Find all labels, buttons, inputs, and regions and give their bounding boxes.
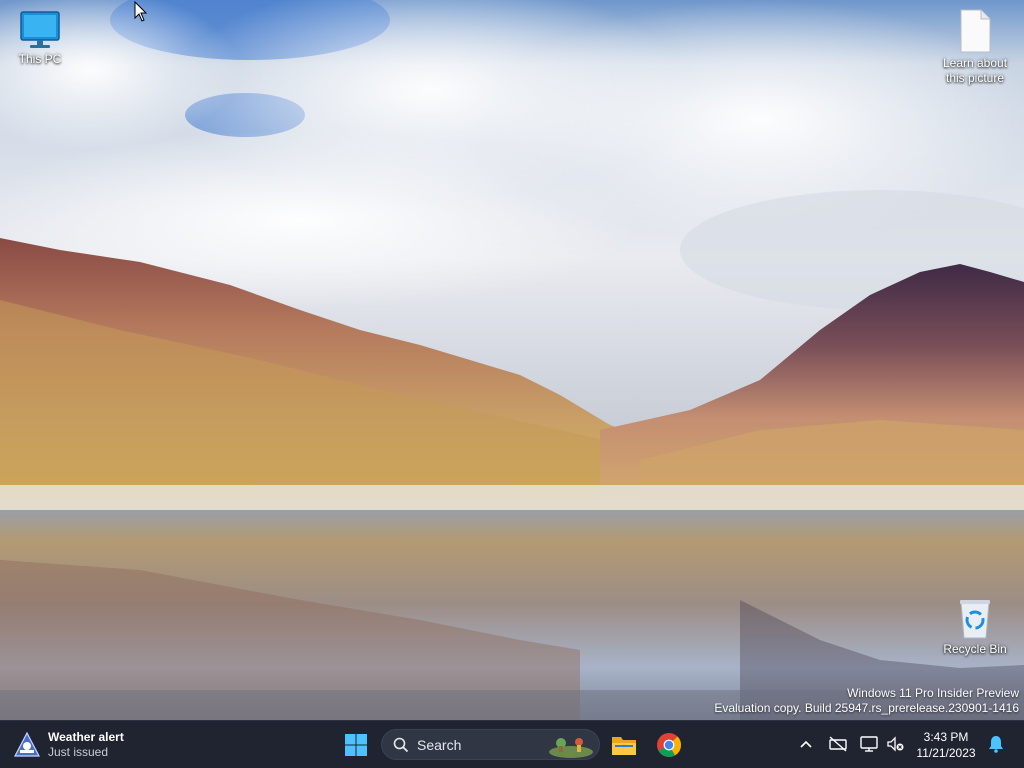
chrome-icon — [657, 733, 682, 758]
monitor-icon — [20, 11, 60, 48]
file-explorer-icon — [612, 737, 636, 755]
build-watermark-line1: Windows 11 Pro Insider Preview — [847, 686, 1019, 700]
recycle-bin-shortcut[interactable]: Recycle Bin — [935, 598, 1015, 657]
show-hidden-icons-button[interactable] — [795, 733, 817, 755]
windows-logo-icon — [345, 734, 367, 756]
clock-date: 11/21/2023 — [916, 746, 976, 760]
mouse-cursor-icon — [134, 1, 148, 22]
volume-button[interactable] — [884, 733, 906, 755]
clock-time: 3:43 PM — [923, 730, 969, 744]
search-label: Search — [417, 736, 462, 753]
wallpaper-landscape — [0, 0, 1024, 720]
network-off-icon — [829, 736, 847, 752]
notification-bell-icon — [989, 736, 1003, 753]
weather-alert-icon — [14, 732, 40, 757]
chevron-up-icon — [800, 740, 812, 748]
start-button[interactable] — [340, 729, 372, 761]
file-explorer-taskbar-button[interactable] — [608, 729, 640, 761]
notifications-button[interactable] — [985, 733, 1007, 755]
learn-about-picture-label: Learn about this picture — [942, 56, 1008, 85]
weather-title: Weather alert — [48, 730, 124, 744]
desktop-wallpaper: This PC Learn about this picture Recycle… — [0, 0, 1024, 720]
taskbar-search-box[interactable]: Search — [381, 729, 600, 760]
clock-button[interactable]: 3:43 PM 11/21/2023 — [910, 729, 982, 761]
display-icon — [860, 736, 878, 752]
recycle-bin-icon — [960, 600, 990, 639]
learn-about-picture-shortcut[interactable]: Learn about this picture — [935, 8, 1015, 86]
taskbar: Weather alert Just issued Search 3:43 PM… — [0, 720, 1024, 768]
chrome-taskbar-button[interactable] — [653, 729, 685, 761]
search-icon — [393, 737, 409, 752]
search-highlight-icon — [549, 737, 593, 758]
display-button[interactable] — [858, 733, 880, 755]
this-pc-shortcut[interactable]: This PC — [0, 10, 80, 67]
weather-widget[interactable]: Weather alert Just issued — [14, 727, 124, 763]
build-watermark-line2: Evaluation copy. Build 25947.rs_prerelea… — [714, 701, 1019, 715]
weather-subtitle: Just issued — [48, 745, 109, 759]
document-icon — [960, 9, 991, 53]
this-pc-label: This PC — [18, 52, 62, 66]
volume-muted-icon — [887, 736, 904, 752]
network-status-button[interactable] — [827, 733, 849, 755]
recycle-bin-label: Recycle Bin — [943, 642, 1007, 656]
